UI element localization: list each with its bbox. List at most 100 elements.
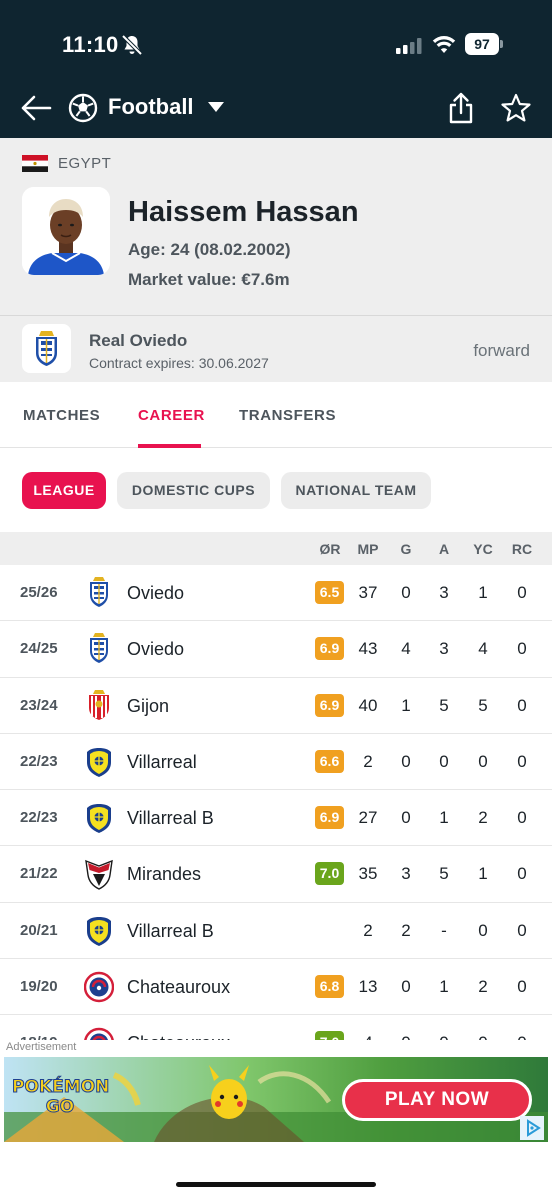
filter-national-team[interactable]: NATIONAL TEAM xyxy=(281,472,431,509)
stat-g: 3 xyxy=(401,864,411,884)
back-arrow-icon[interactable] xyxy=(20,94,52,122)
stat-yc: 2 xyxy=(478,977,488,997)
header-mp: MP xyxy=(357,541,379,557)
stat-rc: 0 xyxy=(517,751,527,771)
stat-mp: 13 xyxy=(358,977,378,997)
stat-a: 0 xyxy=(439,751,449,771)
season: 24/25 xyxy=(20,640,58,658)
stat-mp: 37 xyxy=(358,583,378,602)
villarreal-crest-icon xyxy=(86,747,112,778)
club-crest xyxy=(22,324,71,373)
season: 25/26 xyxy=(20,584,58,601)
gijon-crest-icon xyxy=(88,689,110,721)
mirandes-crest-icon xyxy=(85,860,113,891)
chateauroux-crest-icon xyxy=(84,971,114,1003)
stat-yc: 4 xyxy=(478,639,488,659)
stat-a: 5 xyxy=(439,864,449,884)
signal-icon xyxy=(396,38,422,54)
sport-selector-label[interactable]: Football xyxy=(108,94,194,120)
stat-rc: 0 xyxy=(517,864,527,884)
club-row[interactable]: Real Oviedo Contract expires: 30.06.2027… xyxy=(0,316,552,382)
oviedo-crest-icon xyxy=(89,577,109,608)
career-row[interactable]: 19/20 Chateauroux 6.8 13 0 1 2 0 xyxy=(0,959,552,1016)
advertisement[interactable]: Advertisement POKÉMON GO PLAY NOW xyxy=(0,1040,552,1144)
career-row[interactable]: 22/23 Villarreal 6.6 2 0 0 0 0 xyxy=(0,733,552,791)
play-now-button[interactable]: PLAY NOW xyxy=(342,1079,532,1121)
header-rc: RC xyxy=(511,541,533,557)
player-name: Haissem Hassan xyxy=(128,196,359,228)
player-age: Age: 24 (08.02.2002) xyxy=(128,240,291,259)
oviedo-crest-icon xyxy=(89,633,109,664)
player-position: forward xyxy=(473,341,530,360)
stat-g: 1 xyxy=(401,695,411,715)
rating-badge: 6.9 xyxy=(315,806,344,830)
villarreal-crest-icon xyxy=(86,916,112,947)
career-row[interactable]: 23/24 Gijon 6.9 40 1 5 5 0 xyxy=(0,677,552,734)
team-name[interactable]: Gijon xyxy=(127,696,169,717)
season: 21/22 xyxy=(20,865,58,883)
player-photo xyxy=(22,187,110,275)
tab-matches[interactable]: MATCHES xyxy=(23,407,100,424)
team-name[interactable]: Villarreal xyxy=(127,752,197,773)
stat-rc: 0 xyxy=(517,808,527,828)
stat-mp: 43 xyxy=(358,639,378,659)
ad-label: Advertisement xyxy=(6,1041,77,1053)
header-yc: YC xyxy=(473,541,493,557)
chevron-down-icon[interactable] xyxy=(206,100,226,114)
battery-level: 97 xyxy=(465,33,499,55)
stat-g: 0 xyxy=(401,583,411,602)
team-name[interactable]: Oviedo xyxy=(127,583,184,604)
season: 23/24 xyxy=(20,696,58,714)
stat-rc: 0 xyxy=(517,583,527,602)
career-table-body: 25/26 Oviedo 6.5 37 0 3 1 0 24/25 Oviedo 6.9 43 4 3 4 0… xyxy=(0,565,552,1072)
career-row[interactable]: 22/23 Villarreal B 6.9 27 0 1 2 0 xyxy=(0,790,552,847)
tab-career[interactable]: CAREER xyxy=(138,407,205,424)
filter-league[interactable]: LEAGUE xyxy=(22,472,106,509)
stat-mp: 2 xyxy=(363,751,373,771)
stat-mp: 27 xyxy=(358,808,378,828)
player-header: EGYPT Haissem Hassan Age: 24 (08.02.2002… xyxy=(0,138,552,316)
tab-transfers[interactable]: TRANSFERS xyxy=(239,407,336,424)
header-rating: ØR xyxy=(319,541,341,557)
stat-yc: 2 xyxy=(478,808,488,828)
wifi-icon xyxy=(432,36,456,53)
top-bar: 11:10 97 Football xyxy=(0,0,552,138)
header-a: A xyxy=(438,541,450,557)
team-name[interactable]: Villarreal B xyxy=(127,808,214,829)
ad-brand-logo: POKÉMON GO xyxy=(11,1077,110,1118)
career-row[interactable]: 20/21 Villarreal B 2 2 - 0 0 xyxy=(0,902,552,960)
stat-a: 5 xyxy=(439,695,449,715)
rating-badge: 6.6 xyxy=(315,749,344,773)
football-icon xyxy=(68,93,98,123)
team-name[interactable]: Oviedo xyxy=(127,639,184,660)
rating-badge: 6.9 xyxy=(315,693,344,717)
filter-domestic-cups[interactable]: DOMESTIC CUPS xyxy=(117,472,270,509)
favorite-star-icon[interactable] xyxy=(500,92,532,124)
active-tab-indicator xyxy=(138,444,201,448)
team-name[interactable]: Mirandes xyxy=(127,864,201,885)
career-row[interactable]: 21/22 Mirandes 7.0 35 3 5 1 0 xyxy=(0,846,552,903)
career-table-header: ØR MP G A YC RC xyxy=(0,532,552,565)
stat-g: 0 xyxy=(401,751,411,771)
club-name[interactable]: Real Oviedo xyxy=(89,331,187,351)
stat-yc: 1 xyxy=(478,583,488,602)
stat-mp: 35 xyxy=(358,864,378,884)
stat-a: 1 xyxy=(439,808,449,828)
team-name[interactable]: Villarreal B xyxy=(127,921,214,942)
career-row[interactable]: 24/25 Oviedo 6.9 43 4 3 4 0 xyxy=(0,621,552,678)
stat-yc: 0 xyxy=(478,920,488,940)
egypt-flag-icon xyxy=(22,155,48,172)
adchoices-icon[interactable] xyxy=(520,1116,544,1140)
stat-g: 0 xyxy=(401,977,411,997)
ad-banner[interactable]: POKÉMON GO PLAY NOW xyxy=(4,1057,548,1142)
team-name[interactable]: Chateauroux xyxy=(127,977,230,998)
stat-a: 3 xyxy=(439,639,449,659)
tab-bar: MATCHES CAREER TRANSFERS xyxy=(0,382,552,448)
share-icon[interactable] xyxy=(446,91,476,125)
career-row[interactable]: 25/26 Oviedo 6.5 37 0 3 1 0 xyxy=(0,565,552,622)
season: 22/23 xyxy=(20,809,58,827)
status-bar: 11:10 97 xyxy=(0,28,552,64)
stat-a: - xyxy=(441,920,447,940)
stat-a: 3 xyxy=(439,583,449,602)
rating-badge: 6.5 xyxy=(315,581,344,604)
